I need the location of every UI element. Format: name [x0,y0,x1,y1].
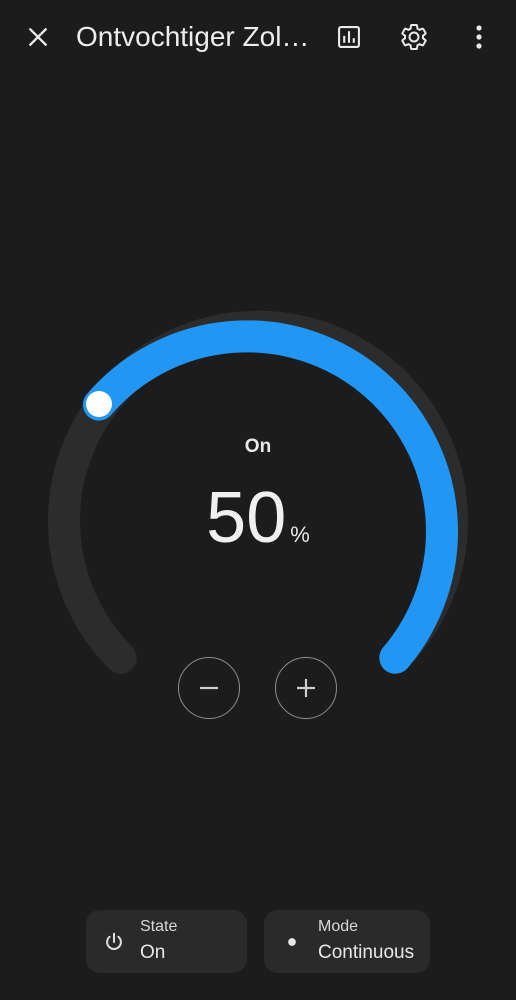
dot-icon [280,930,304,954]
mode-chip[interactable]: Mode Continuous [264,910,430,973]
dial-value: 50 [206,478,287,558]
state-chip[interactable]: State On [86,910,247,973]
mode-chip-value: Continuous [318,942,415,963]
dial-unit: % [290,522,310,547]
dial-value-readout: 50% [158,478,358,558]
dial-thumb[interactable] [86,391,112,417]
minus-icon [200,686,218,690]
state-chip-value: On [140,942,166,963]
state-chip-label: State [140,918,178,935]
dial-state-label: On [244,436,272,457]
mode-chip-label: Mode [318,918,359,935]
decrease-button[interactable] [178,657,240,719]
plus-icon [297,679,315,697]
power-icon [102,930,126,954]
increase-button[interactable] [275,657,337,719]
